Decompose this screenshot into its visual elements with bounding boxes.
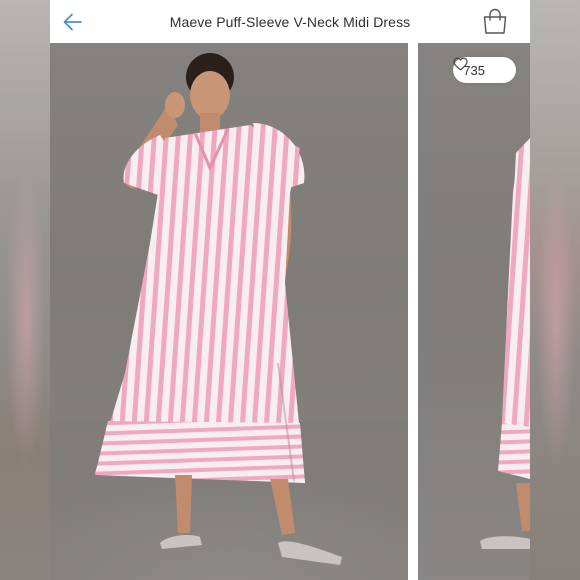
shopping-bag-icon[interactable] (480, 6, 510, 36)
page-title: Maeve Puff-Sleeve V-Neck Midi Dress (169, 13, 411, 30)
product-photo-next[interactable]: 735 (418, 43, 530, 580)
heart-outline-icon[interactable] (453, 57, 506, 77)
likes-badge[interactable]: 735 (453, 57, 516, 83)
blurred-left-margin (0, 0, 50, 580)
arrow-left-icon[interactable] (60, 9, 86, 35)
blurred-right-margin (530, 0, 580, 580)
top-bar: Maeve Puff-Sleeve V-Neck Midi Dress (50, 0, 530, 43)
product-screen: Maeve Puff-Sleeve V-Neck Midi Dress 735 (50, 0, 530, 580)
product-photo-main[interactable] (50, 43, 408, 580)
image-gallery[interactable]: 735 (50, 43, 530, 580)
